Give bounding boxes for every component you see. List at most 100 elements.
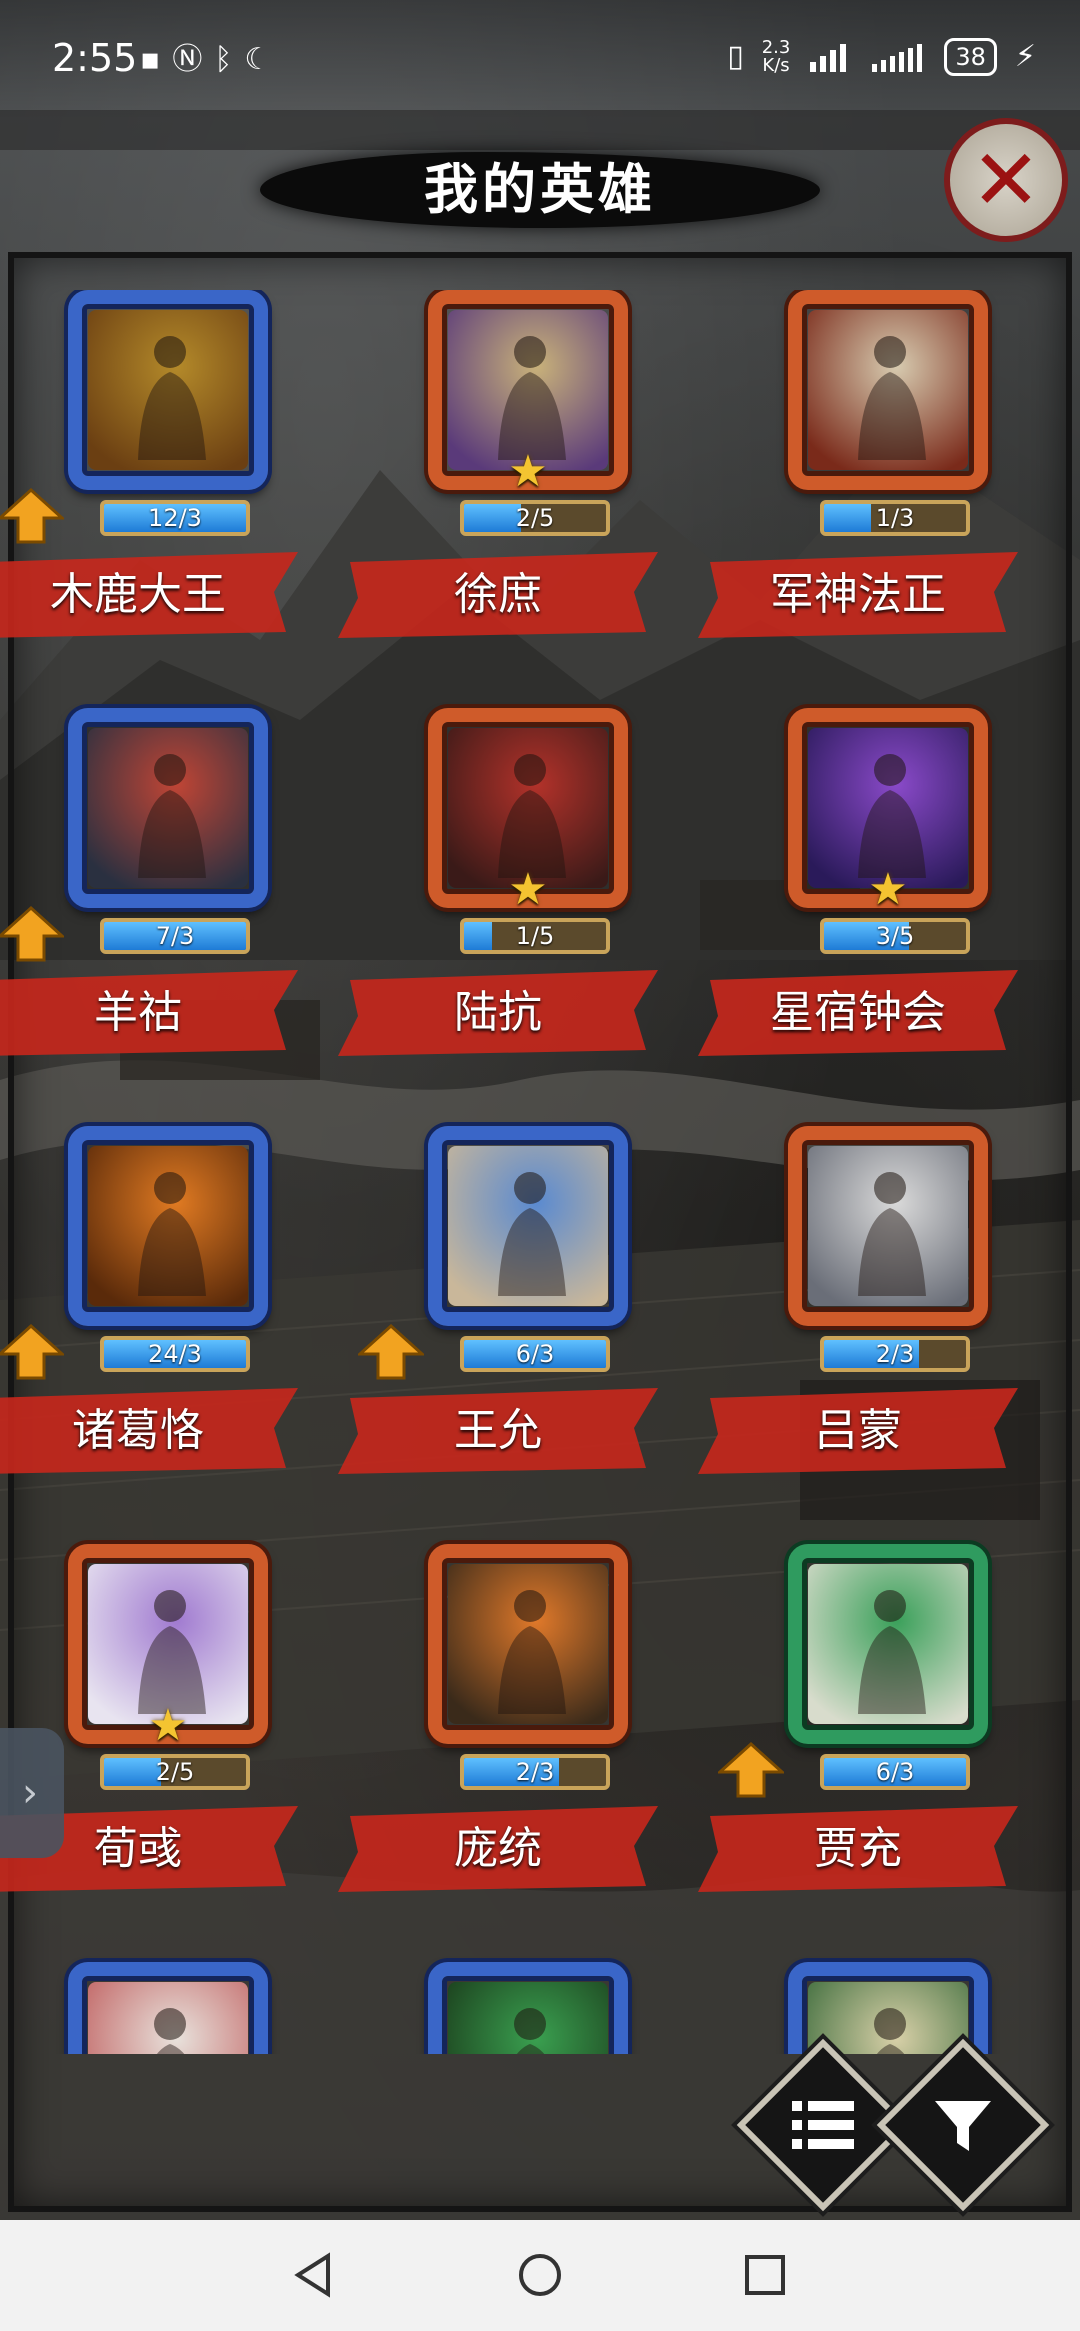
hero-name-banner: 陆抗 xyxy=(328,970,668,1056)
hero-name: 庞统 xyxy=(454,1823,542,1874)
progress-label: 12/3 xyxy=(148,504,202,532)
hero-name: 羊祜 xyxy=(94,987,182,1038)
progress-label: 2/5 xyxy=(515,504,555,532)
hero-fragment-progress: 2/5 xyxy=(100,1754,250,1790)
hero-name-banner: 木鹿大王 xyxy=(0,552,308,638)
hero-name: 星宿钟会 xyxy=(770,987,946,1038)
hero-card[interactable]: 2/3 庞统 xyxy=(338,1544,658,1894)
hero-card[interactable]: 6/3 贾充 xyxy=(698,1544,1018,1894)
hero-portrait[interactable] xyxy=(428,1544,628,1744)
hero-figure xyxy=(858,1590,926,1714)
hero-figure xyxy=(154,2008,186,2054)
hero-fragment-progress: 2/5 xyxy=(460,500,610,536)
hero-figure xyxy=(858,336,926,460)
hero-portrait[interactable] xyxy=(68,1126,268,1326)
hero-name: 陆抗 xyxy=(454,987,542,1038)
hero-portrait[interactable] xyxy=(788,290,988,490)
star-icon: ★ xyxy=(508,446,548,497)
status-right-icons: ▯ 2.3 K/s 38 ⚡ xyxy=(727,38,1036,76)
hero-figure xyxy=(138,1172,206,1296)
hero-fragment-progress: 3/5 xyxy=(820,918,970,954)
notification-icon: ▪ xyxy=(140,42,161,77)
chevron-right-icon: › xyxy=(22,1770,38,1816)
hero-name: 贾充 xyxy=(814,1823,902,1874)
status-bar: 2:55 ▪ Ⓝ ᛒ ☾ ▯ 2.3 K/s 38 ⚡ xyxy=(0,0,1080,120)
hero-name-banner: 诸葛恪 xyxy=(0,1388,308,1474)
progress-label: 2/5 xyxy=(155,1758,195,1786)
hero-fragment-progress: 2/3 xyxy=(460,1754,610,1790)
hero-card[interactable]: 1/3 军神法正 xyxy=(698,290,1018,640)
battery-indicator: 38 xyxy=(944,38,997,76)
hero-name-banner: 星宿钟会 xyxy=(688,970,1028,1056)
signal-2-icon xyxy=(872,44,923,72)
hero-name-banner: 羊祜 xyxy=(0,970,308,1056)
hero-fragment-progress: 12/3 xyxy=(100,500,250,536)
progress-label: 24/3 xyxy=(148,1340,202,1368)
hero-name-banner: 徐庶 xyxy=(328,552,668,638)
hero-portrait[interactable] xyxy=(68,1962,268,2054)
hero-card[interactable]: 2/3 吕蒙 xyxy=(698,1126,1018,1476)
hero-portrait[interactable] xyxy=(788,1544,988,1744)
close-button[interactable]: ✕ xyxy=(944,118,1068,242)
hero-figure xyxy=(138,336,206,460)
hero-figure xyxy=(498,1590,566,1714)
hero-portrait[interactable] xyxy=(428,1962,628,2054)
upgrade-arrow-icon xyxy=(358,1324,424,1380)
hero-card[interactable] xyxy=(0,1962,298,2054)
charging-icon: ⚡ xyxy=(1014,39,1036,74)
progress-label: 2/3 xyxy=(875,1340,915,1368)
hero-fragment-progress: 1/5 xyxy=(460,918,610,954)
star-icon: ★ xyxy=(148,1700,188,1751)
moon-icon: ☾ xyxy=(244,42,272,77)
hero-name-banner: 庞统 xyxy=(328,1806,668,1892)
close-icon: ✕ xyxy=(970,131,1042,229)
hero-portrait[interactable] xyxy=(68,290,268,490)
back-icon[interactable] xyxy=(290,2250,340,2300)
hero-card[interactable]: 7/3 羊祜 xyxy=(0,708,298,1058)
recent-apps-icon[interactable] xyxy=(740,2250,790,2300)
hero-figure xyxy=(514,2008,546,2054)
hero-portrait[interactable] xyxy=(788,1126,988,1326)
hero-fragment-progress: 6/3 xyxy=(460,1336,610,1372)
progress-label: 2/3 xyxy=(515,1758,555,1786)
list-icon xyxy=(768,2070,878,2180)
hero-portrait[interactable] xyxy=(68,708,268,908)
hero-name-banner: 王允 xyxy=(328,1388,668,1474)
hero-card[interactable]: ★ 1/5 陆抗 xyxy=(338,708,658,1058)
hero-name-banner: 吕蒙 xyxy=(688,1388,1028,1474)
hero-card[interactable]: ★ 3/5 星宿钟会 xyxy=(698,708,1018,1058)
hero-name-banner: 军神法正 xyxy=(688,552,1028,638)
hero-card[interactable] xyxy=(358,1962,658,2054)
hero-portrait[interactable] xyxy=(428,1126,628,1326)
hero-fragment-progress: 6/3 xyxy=(820,1754,970,1790)
hero-fragment-progress: 7/3 xyxy=(100,918,250,954)
hero-figure xyxy=(874,2008,906,2054)
hero-card[interactable] xyxy=(718,1962,1018,2054)
nfc-icon: Ⓝ xyxy=(172,42,203,77)
hero-card[interactable]: ★ 2/5 徐庶 xyxy=(338,290,658,640)
hero-name-banner: 贾充 xyxy=(688,1806,1028,1892)
network-speed: 2.3 K/s xyxy=(762,39,791,75)
upgrade-arrow-icon xyxy=(718,1742,784,1798)
filter-icon xyxy=(908,2070,1018,2180)
vibrate-icon: ▯ xyxy=(727,39,744,74)
hero-name: 徐庶 xyxy=(454,569,542,620)
hero-name: 木鹿大王 xyxy=(50,569,226,620)
hero-name: 吕蒙 xyxy=(814,1405,902,1456)
side-drawer-tab[interactable]: › xyxy=(0,1728,64,1858)
hero-card[interactable]: 6/3 王允 xyxy=(338,1126,658,1476)
upgrade-arrow-icon xyxy=(0,1324,64,1380)
upgrade-arrow-icon xyxy=(0,488,64,544)
home-icon[interactable] xyxy=(515,2250,565,2300)
hero-card[interactable]: 12/3 木鹿大王 xyxy=(0,290,298,640)
progress-label: 6/3 xyxy=(515,1340,555,1368)
hero-figure xyxy=(138,754,206,878)
bluetooth-battery-icon: ᛒ xyxy=(214,42,233,77)
hero-name: 军神法正 xyxy=(770,569,946,620)
page-title-banner: 我的英雄 xyxy=(260,140,820,240)
hero-portrait[interactable] xyxy=(788,1962,988,2054)
hero-name: 诸葛恪 xyxy=(72,1405,204,1456)
status-time: 2:55 xyxy=(52,36,138,80)
speed-unit: K/s xyxy=(762,55,790,76)
hero-card[interactable]: 24/3 诸葛恪 xyxy=(0,1126,298,1476)
